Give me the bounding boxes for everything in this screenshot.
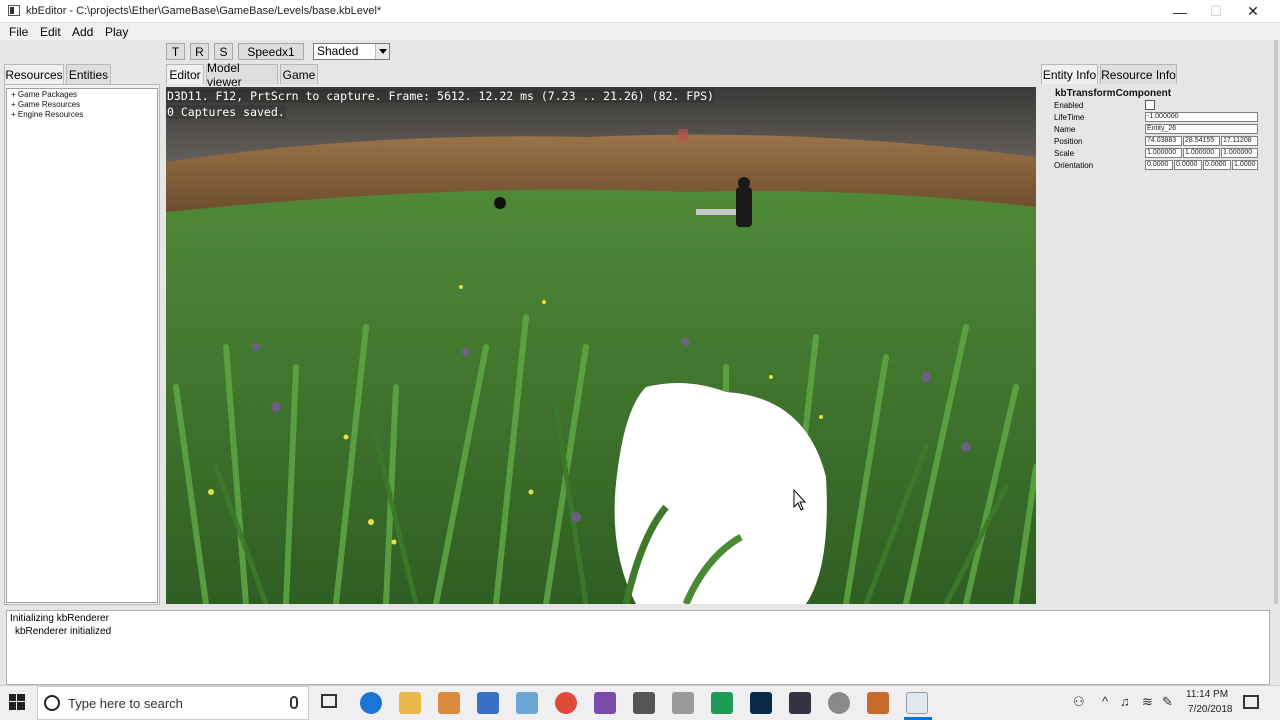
window-titlebar: kbEditor - C:\projects\Ether\GameBase\Ga… — [0, 0, 1280, 23]
lifetime-field[interactable]: -1.000000 — [1145, 112, 1258, 122]
log-line: kbRenderer initialized — [15, 626, 112, 637]
minimize-button[interactable]: — — [1162, 0, 1198, 23]
tab-entity-info[interactable]: Entity Info — [1041, 64, 1098, 84]
scale-x-field[interactable]: 1.000000 — [1145, 148, 1182, 158]
notes-app-icon[interactable] — [516, 692, 538, 714]
orientation-w-field[interactable]: 1.0000 — [1232, 160, 1258, 170]
enabled-checkbox[interactable] — [1145, 100, 1155, 110]
search-placeholder: Type here to search — [68, 696, 183, 711]
menu-file[interactable]: File — [9, 25, 28, 39]
speed-button[interactable]: Speedx1 — [238, 43, 304, 60]
scene-viewport[interactable]: D3D11. F12, PrtScrn to capture. Frame: 5… — [166, 87, 1036, 604]
tree-item-game-packages[interactable]: + Game Packages — [11, 90, 77, 99]
menu-play[interactable]: Play — [105, 25, 128, 39]
translate-button[interactable]: T — [166, 43, 185, 60]
position-x-field[interactable]: 74.03883 — [1145, 136, 1182, 146]
store-icon[interactable] — [477, 692, 499, 714]
photoshop-icon[interactable] — [750, 692, 772, 714]
paint-app-icon[interactable] — [867, 692, 889, 714]
people-icon[interactable]: ⚇ — [1073, 694, 1085, 710]
resource-tree: + Game Packages + Game Resources + Engin… — [6, 88, 158, 603]
app-icon — [8, 5, 20, 16]
sourcetree-icon[interactable] — [711, 692, 733, 714]
scale-label: Scale — [1054, 149, 1075, 158]
file-explorer-icon[interactable] — [399, 692, 421, 714]
menu-bar: File Edit Add Play — [0, 23, 1280, 40]
scene-render — [166, 87, 1036, 604]
chevron-up-icon[interactable]: ^ — [1102, 694, 1108, 709]
window-title: kbEditor - C:\projects\Ether\GameBase\Ga… — [26, 5, 382, 17]
pen-icon[interactable]: ✎ — [1162, 694, 1173, 710]
scale-button[interactable]: S — [214, 43, 233, 60]
tab-editor[interactable]: Editor — [166, 64, 204, 84]
orientation-y-field[interactable]: 0.0000 — [1174, 160, 1202, 170]
task-view-icon[interactable] — [321, 694, 337, 708]
position-z-field[interactable]: 17.11208 — [1221, 136, 1258, 146]
position-y-field[interactable]: 28.54155 — [1183, 136, 1220, 146]
close-button[interactable]: ✕ — [1235, 0, 1271, 23]
game-editor-icon[interactable] — [789, 692, 811, 714]
windows-start-icon[interactable] — [9, 694, 25, 710]
wifi-icon[interactable]: ≋ — [1142, 694, 1153, 710]
rotate-button[interactable]: R — [190, 43, 209, 60]
scale-y-field[interactable]: 1.000000 — [1183, 148, 1220, 158]
3d-app-icon[interactable] — [672, 692, 694, 714]
notifications-icon[interactable] — [1243, 695, 1259, 709]
menu-edit[interactable]: Edit — [40, 25, 61, 39]
microphone-icon[interactable] — [290, 696, 298, 709]
scale-z-field[interactable]: 1.000000 — [1221, 148, 1258, 158]
orientation-z-field[interactable]: 0.0000 — [1203, 160, 1231, 170]
cortana-icon — [44, 695, 60, 711]
calculator-icon[interactable] — [633, 692, 655, 714]
log-line: Initializing kbRenderer — [10, 613, 109, 624]
tab-game[interactable]: Game — [280, 64, 318, 84]
clock-time[interactable]: 11:14 PM — [1186, 689, 1228, 700]
visual-studio-icon[interactable] — [594, 692, 616, 714]
component-title: kbTransformComponent — [1055, 88, 1172, 99]
kbeditor-taskbar-icon[interactable] — [906, 692, 928, 714]
orientation-label: Orientation — [1054, 161, 1094, 170]
lifetime-label: LifeTime — [1054, 113, 1085, 122]
edge-browser-icon[interactable] — [360, 692, 382, 714]
tab-entities[interactable]: Entities — [66, 64, 111, 84]
chevron-down-icon[interactable] — [375, 44, 389, 59]
orientation-x-field[interactable]: 0.0000 — [1145, 160, 1173, 170]
volume-icon[interactable]: ♫ — [1120, 694, 1130, 709]
position-label: Position — [1054, 137, 1083, 146]
right-scrollbar[interactable] — [1274, 40, 1278, 604]
taskbar-search-box[interactable]: Type here to search — [37, 686, 309, 720]
render-mode-value: Shaded — [317, 44, 359, 58]
render-mode-select[interactable]: Shaded — [313, 43, 390, 60]
enabled-label: Enabled — [1054, 101, 1084, 110]
chrome-browser-icon[interactable] — [555, 692, 577, 714]
hud-captures: 0 Captures saved. — [166, 105, 286, 119]
name-label: Name — [1054, 125, 1076, 134]
maximize-button[interactable]: ☐ — [1198, 0, 1234, 23]
menu-add[interactable]: Add — [72, 25, 93, 39]
output-log: Initializing kbRenderer kbRenderer initi… — [6, 610, 1270, 685]
tab-model-viewer[interactable]: Model viewer — [206, 61, 278, 89]
tab-resources[interactable]: Resources — [4, 64, 64, 84]
tree-item-engine-resources[interactable]: + Engine Resources — [11, 110, 83, 119]
obs-studio-icon[interactable] — [828, 692, 850, 714]
media-app-icon[interactable] — [438, 692, 460, 714]
hud-frame-stats: D3D11. F12, PrtScrn to capture. Frame: 5… — [166, 89, 715, 103]
tree-item-game-resources[interactable]: + Game Resources — [11, 100, 80, 109]
name-field[interactable]: Entity_26 — [1145, 124, 1258, 134]
tab-resource-info[interactable]: Resource Info — [1100, 64, 1177, 84]
clock-date[interactable]: 7/20/2018 — [1188, 704, 1233, 715]
